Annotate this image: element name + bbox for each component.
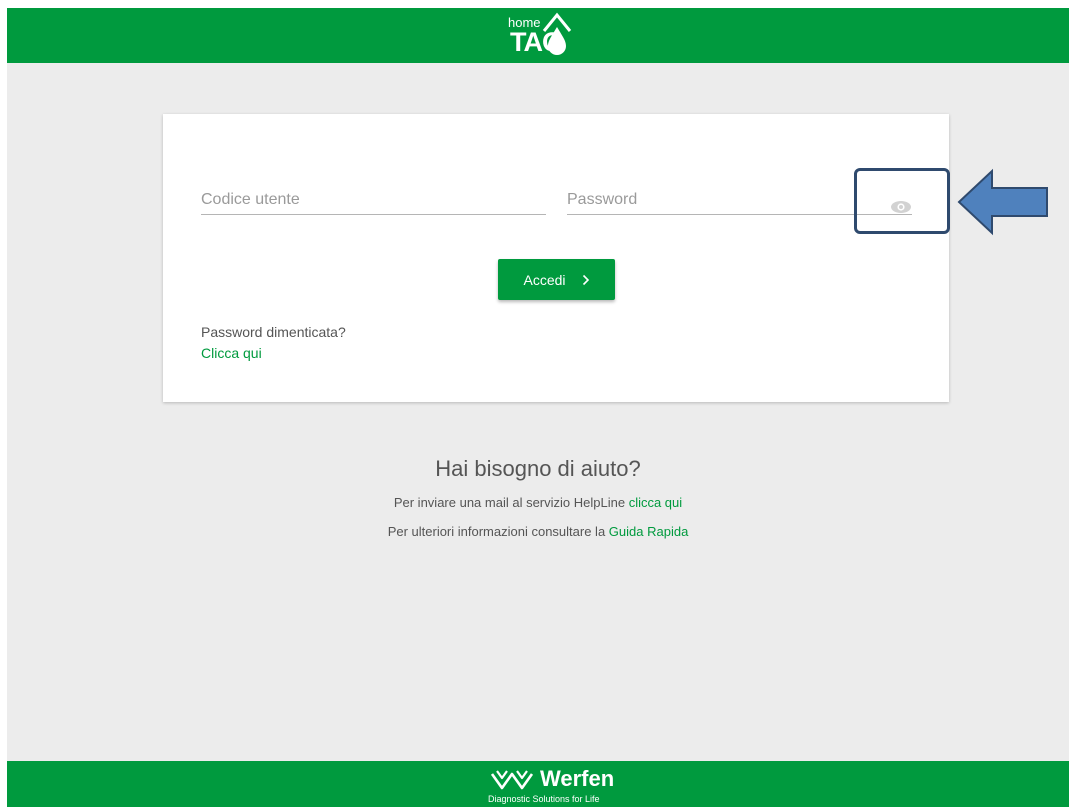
werfen-logo: Werfen Diagnostic Solutions for Life [488,766,630,806]
login-button[interactable]: Accedi [498,259,615,300]
helpline-link[interactable]: clicca qui [629,495,682,510]
help-mail-text: Per inviare una mail al servizio HelpLin… [393,495,629,510]
annotation-arrow-icon [957,168,1048,236]
help-title: Hai bisogno di aiuto? [435,456,641,481]
werfen-mark-icon [490,770,534,790]
chevron-right-icon [582,274,589,285]
help-guide-text: Per ulteriori informazioni consultare la [387,524,609,539]
footer-bar: Werfen Diagnostic Solutions for Life [7,761,1069,807]
login-button-label: Accedi [523,271,566,288]
header-bar: home TAO [7,8,1069,63]
user-code-input[interactable] [201,186,546,214]
werfen-brand-text: Werfen [540,766,615,791]
help-line-mail: Per inviare una mail al servizio HelpLin… [7,495,1069,510]
forgot-password-text: Password dimenticata? [201,324,346,340]
werfen-tagline: Diagnostic Solutions for Life [488,794,600,804]
annotation-highlight-box [854,168,950,234]
forgot-password-link[interactable]: Clicca qui [201,345,262,361]
user-code-field [201,186,546,215]
quick-guide-link[interactable]: Guida Rapida [609,524,689,539]
help-line-guide: Per ulteriori informazioni consultare la… [7,524,1069,539]
page-frame: home TAO Accedi Password dimenticata? [7,8,1069,807]
login-card: Accedi Password dimenticata? Clicca qui [163,114,949,402]
hometao-logo: home TAO [498,11,578,61]
drop-icon [542,12,572,55]
